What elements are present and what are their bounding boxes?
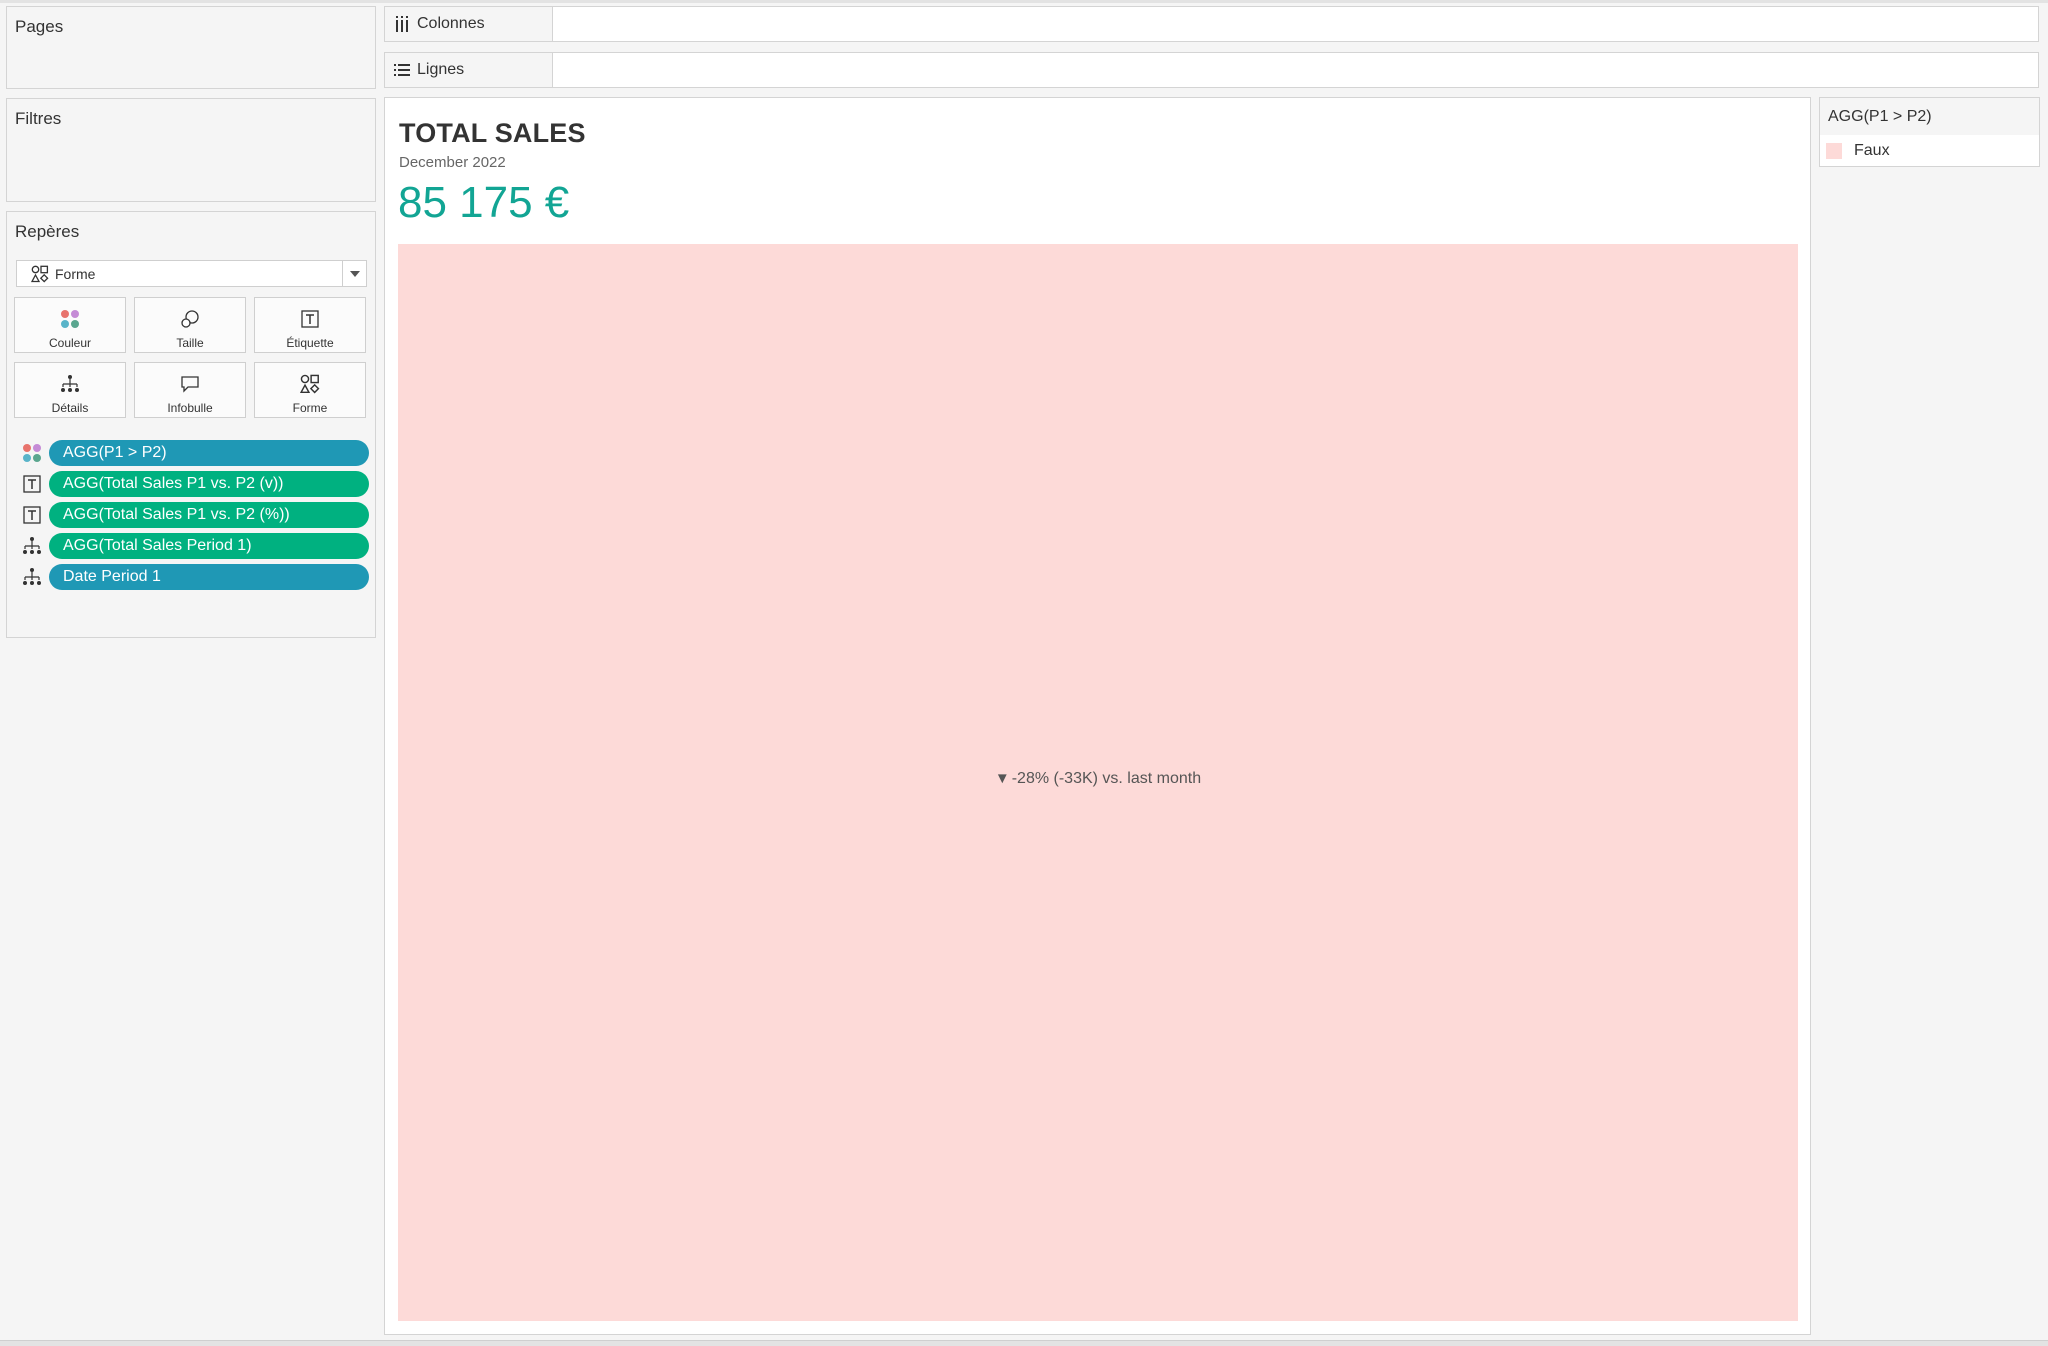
mark-type-dropdown[interactable]: Forme (16, 260, 367, 287)
color-legend: AGG(P1 > P2) Faux (1819, 97, 2040, 167)
legend-item[interactable]: Faux (1820, 135, 2039, 167)
legend-item-label: Faux (1854, 142, 1890, 159)
detail-icon (60, 371, 80, 397)
color-icon (60, 306, 80, 332)
tooltip-icon (180, 371, 200, 397)
mark-field-detail: AGG(Total Sales Period 1) (21, 532, 369, 559)
size-icon (180, 306, 200, 332)
detail-button[interactable]: Détails (14, 362, 126, 418)
rows-shelf: Lignes (384, 52, 2039, 88)
color-button-label: Couleur (48, 336, 92, 350)
detail-button-label: Détails (51, 401, 89, 415)
shape-icon (300, 371, 320, 397)
label-icon (21, 505, 43, 524)
columns-shelf-text: Colonnes (417, 15, 485, 32)
shape-button-label: Forme (292, 401, 328, 415)
label-icon (21, 474, 43, 493)
rows-shelf-text: Lignes (417, 61, 465, 78)
marks-card-title: Repères (15, 222, 80, 241)
color-button[interactable]: Couleur (14, 297, 126, 353)
label-button[interactable]: Étiquette (254, 297, 366, 353)
field-pill[interactable]: AGG(Total Sales P1 vs. P2 (v)) (49, 470, 369, 497)
mark-field-color: AGG(P1 > P2) (21, 439, 369, 466)
rows-drop-zone[interactable] (553, 53, 2038, 87)
top-toolbar-edge (0, 0, 2048, 3)
field-pill[interactable]: AGG(Total Sales P1 vs. P2 (%)) (49, 501, 369, 528)
shape-button[interactable]: Forme (254, 362, 366, 418)
kpi-value: 85 175 € (398, 178, 570, 227)
detail-icon (21, 567, 43, 587)
chevron-down-icon[interactable] (342, 261, 366, 286)
pages-card-title: Pages (15, 17, 64, 36)
tooltip-button-label: Infobulle (167, 401, 213, 415)
field-pill[interactable]: AGG(P1 > P2) (49, 439, 369, 466)
mark-field-label: AGG(Total Sales P1 vs. P2 (%)) (21, 501, 369, 528)
pages-card[interactable]: Pages (6, 6, 376, 89)
sheet-tabs-bar (0, 1340, 2048, 1346)
filters-card[interactable]: Filtres (6, 98, 376, 202)
label-button-label: Étiquette (286, 336, 334, 350)
field-pill[interactable]: Date Period 1 (49, 563, 369, 590)
detail-icon (21, 536, 43, 556)
color-icon (21, 443, 43, 463)
marks-card: Repères Forme Couleur Taille Étiquette D… (6, 211, 376, 638)
mark-type-value: Forme (55, 265, 96, 282)
mark-label: ▼ -28% (-33K) vs. last month (398, 770, 1798, 788)
columns-shelf: Colonnes (384, 6, 2039, 42)
columns-drop-zone[interactable] (553, 7, 2038, 41)
label-icon (301, 306, 319, 332)
legend-swatch (1826, 143, 1842, 159)
mark-field-label: AGG(Total Sales P1 vs. P2 (v)) (21, 470, 369, 497)
columns-icon (387, 16, 417, 32)
down-triangle-icon: ▼ (994, 770, 1010, 787)
field-pill[interactable]: AGG(Total Sales Period 1) (49, 532, 369, 559)
view-title: TOTAL SALES (399, 118, 586, 148)
legend-title: AGG(P1 > P2) (1820, 98, 2039, 135)
mark-label-text: -28% (-33K) vs. last month (1011, 770, 1202, 787)
rows-icon (387, 62, 417, 78)
tooltip-button[interactable]: Infobulle (134, 362, 246, 418)
shape-mark[interactable]: ▼ -28% (-33K) vs. last month (398, 244, 1798, 1321)
columns-shelf-label: Colonnes (385, 7, 553, 41)
rows-shelf-label: Lignes (385, 53, 553, 87)
filters-card-title: Filtres (15, 109, 62, 128)
mark-field-detail: Date Period 1 (21, 563, 369, 590)
size-button-label: Taille (176, 336, 204, 350)
view-subtitle: December 2022 (399, 154, 506, 171)
size-button[interactable]: Taille (134, 297, 246, 353)
shape-icon (31, 265, 49, 283)
view-canvas: TOTAL SALES December 2022 85 175 € ▼ -28%… (384, 97, 1811, 1335)
